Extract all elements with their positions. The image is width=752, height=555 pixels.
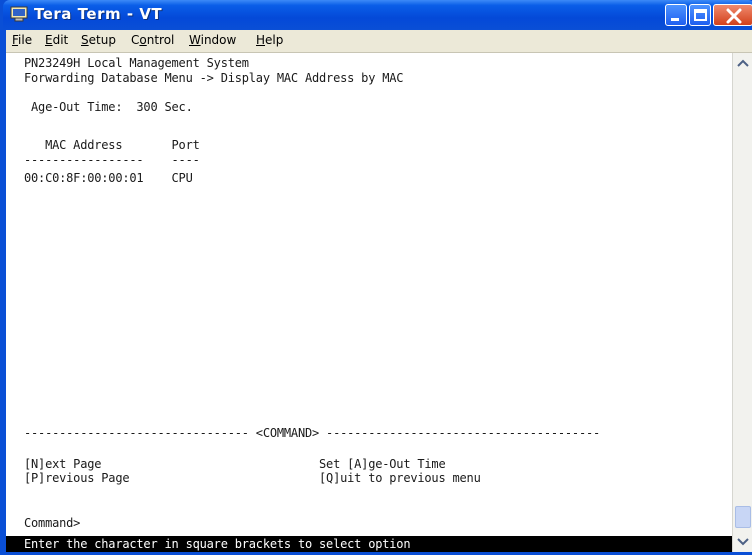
minimize-icon (671, 18, 679, 21)
terminal-window: Tera Term - VT File Edit Setup Control W… (0, 0, 752, 555)
command-divider: -------------------------------- <COMMAN… (24, 426, 601, 440)
menu-breadcrumb: Forwarding Database Menu -> Display MAC … (24, 71, 404, 85)
menu-help-label: elp (265, 33, 284, 47)
maximize-icon (694, 9, 707, 21)
vertical-scrollbar[interactable] (732, 53, 752, 552)
menu-help[interactable]: Help (256, 33, 283, 47)
terminal-app-icon[interactable] (10, 6, 28, 22)
menu-setup-label: etup (88, 33, 116, 47)
table-separator: ----------------- ---- (24, 153, 200, 167)
window-title: Tera Term - VT (34, 5, 163, 23)
close-button[interactable] (713, 4, 752, 26)
menu-bar: File Edit Setup Control Window Help (6, 30, 752, 53)
scroll-up-arrow-icon[interactable] (734, 55, 752, 73)
system-title: PN23249H Local Management System (24, 56, 249, 70)
menu-window-label: indow (200, 33, 237, 47)
menu-edit-accel: E (45, 33, 53, 47)
scroll-down-arrow-icon[interactable] (734, 532, 752, 550)
close-icon (726, 8, 742, 24)
menu-control-label: ntrol (146, 33, 175, 47)
status-message: Enter the character in square brackets t… (24, 537, 411, 551)
menu-setup[interactable]: Setup (81, 33, 116, 47)
menu-window[interactable]: Window (189, 33, 236, 47)
title-bar[interactable]: Tera Term - VT (3, 0, 752, 30)
terminal-screen[interactable]: PN23249H Local Management System Forward… (6, 53, 732, 552)
scrollbar-thumb[interactable] (735, 506, 751, 528)
options-line-1: [N]ext Page Set [A]ge-Out Time (24, 457, 446, 471)
age-out-time: Age-Out Time: 300 Sec. (24, 100, 193, 114)
menu-control-accel: o (139, 33, 147, 47)
menu-file[interactable]: File (12, 33, 32, 47)
menu-setup-accel: S (81, 33, 89, 47)
maximize-button[interactable] (689, 4, 711, 26)
options-line-2: [P]revious Page [Q]uit to previous menu (24, 471, 481, 485)
menu-file-label: ile (18, 33, 33, 47)
menu-edit-label: dit (52, 33, 69, 47)
menu-help-accel: H (256, 33, 266, 47)
menu-edit[interactable]: Edit (45, 33, 68, 47)
menu-control[interactable]: Control (131, 33, 174, 47)
minimize-button[interactable] (665, 4, 687, 26)
table-header: MAC Address Port (24, 138, 200, 152)
command-prompt[interactable]: Command> (24, 516, 80, 530)
status-bar: Enter the character in square brackets t… (6, 536, 732, 552)
menu-window-accel: W (189, 33, 201, 47)
table-row: 00:C0:8F:00:00:01 CPU (24, 171, 193, 185)
